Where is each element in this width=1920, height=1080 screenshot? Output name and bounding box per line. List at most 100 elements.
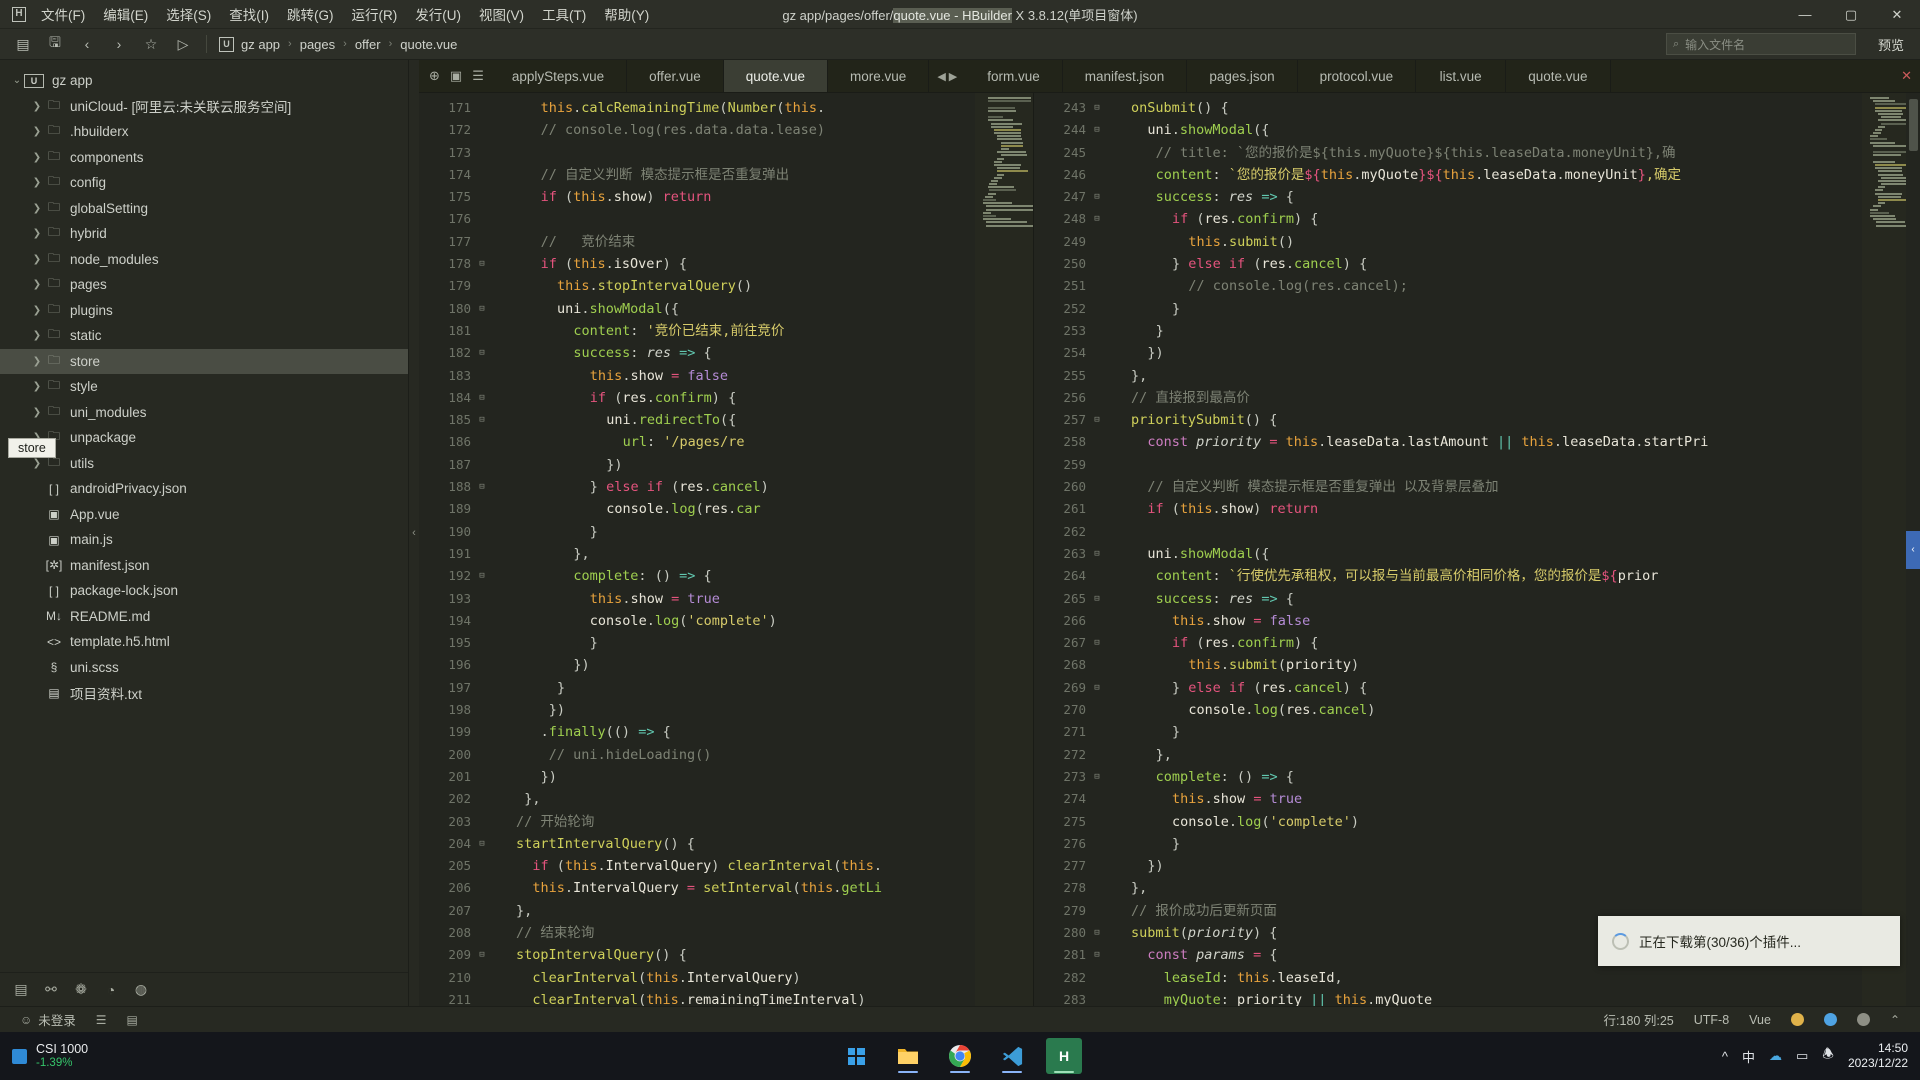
fold-toggle-icon[interactable]: ⊟ xyxy=(1092,119,1102,141)
tab-menu-icon[interactable]: ☰ xyxy=(472,68,484,84)
code-line[interactable]: if (res.confirm) { xyxy=(1090,632,1862,654)
tree-item-uni.scss[interactable]: § uni.scss xyxy=(0,655,408,681)
sync-status-icon[interactable] xyxy=(1814,1013,1847,1026)
fold-toggle-icon[interactable]: ⊟ xyxy=(1092,97,1102,119)
tab-more-vue[interactable]: more.vue xyxy=(828,60,930,92)
new-tab-icon[interactable]: ⊕ xyxy=(429,68,440,84)
code-line[interactable]: console.log(res.car xyxy=(475,498,975,520)
code-line[interactable]: } xyxy=(1090,320,1862,342)
login-status[interactable]: ☺ 未登录 xyxy=(10,1010,86,1029)
tree-item-store[interactable]: ❯ 🗀 store xyxy=(0,348,408,374)
tree-item-static[interactable]: ❯ 🗀 static xyxy=(0,323,408,349)
code-line[interactable]: content: `您的报价是${this.myQuote}${this.lea… xyxy=(1090,164,1862,186)
code-line[interactable]: clearInterval(this.remainingTimeInterval… xyxy=(475,989,975,1006)
menu-find[interactable]: 查找(I) xyxy=(220,0,278,28)
tree-item-globalsetting[interactable]: ❯ 🗀 globalSetting xyxy=(0,196,408,222)
tree-item-config[interactable]: ❯ 🗀 config xyxy=(0,170,408,196)
tree-item-package-lock.json[interactable]: [ ] package-lock.json xyxy=(0,578,408,604)
tree-item-components[interactable]: ❯ 🗀 components xyxy=(0,145,408,171)
fold-toggle-icon[interactable]: ⊟ xyxy=(1092,409,1102,431)
code-line[interactable]: // 直接报到最高价 xyxy=(1090,387,1862,409)
start-button[interactable] xyxy=(838,1038,874,1074)
taskbar-clock[interactable]: 14:50 2023/12/22 xyxy=(1848,1041,1908,1071)
fold-toggle-icon[interactable]: ⊟ xyxy=(1092,186,1102,208)
chevron-right-icon[interactable]: ❯ xyxy=(30,279,44,290)
code-line[interactable]: startIntervalQuery() { xyxy=(475,833,975,855)
tree-item-template.h5.html[interactable]: <> template.h5.html xyxy=(0,629,408,655)
tree-item-.txt[interactable]: ▤ 项目资料.txt xyxy=(0,680,408,706)
tab-manifest-json[interactable]: manifest.json xyxy=(1062,60,1188,92)
menu-edit[interactable]: 编辑(E) xyxy=(94,0,157,28)
code-line[interactable]: if (res.confirm) { xyxy=(1090,208,1862,230)
fold-toggle-icon[interactable]: ⊟ xyxy=(477,476,487,498)
sidebar-expand-icon[interactable]: ‹ xyxy=(1906,530,1920,569)
tab-offer-vue[interactable]: offer.vue xyxy=(627,60,724,92)
code-line[interactable]: prioritySubmit() { xyxy=(1090,409,1862,431)
save-icon[interactable]: 🖫 xyxy=(40,31,70,57)
code-line[interactable]: }, xyxy=(475,543,975,565)
fold-toggle-icon[interactable]: ⊟ xyxy=(1092,922,1102,944)
code-line[interactable]: } xyxy=(475,632,975,654)
split-editor-icon[interactable]: ▣ xyxy=(450,68,462,84)
plugin-icon[interactable]: ❁ xyxy=(68,978,94,1002)
scrollbar-thumb[interactable] xyxy=(1909,99,1918,151)
code-line[interactable]: if (this.IntervalQuery) clearInterval(th… xyxy=(475,855,975,877)
code-line[interactable]: }) xyxy=(475,454,975,476)
code-line[interactable]: } xyxy=(475,521,975,543)
chevron-right-icon[interactable]: ❯ xyxy=(30,254,44,265)
tree-item-androidprivacy.json[interactable]: [ ] androidPrivacy.json xyxy=(0,476,408,502)
chrome-button[interactable] xyxy=(942,1038,978,1074)
tab-list-vue[interactable]: list.vue xyxy=(1416,60,1507,92)
code-line[interactable]: // title: `您的报价是${this.myQuote}${this.le… xyxy=(1090,142,1862,164)
language-mode[interactable]: Vue xyxy=(1739,1013,1781,1027)
tree-item-manifest.json[interactable]: [✲] manifest.json xyxy=(0,553,408,579)
code-line[interactable]: }, xyxy=(475,788,975,810)
code-line[interactable] xyxy=(1090,454,1862,476)
menu-run[interactable]: 运行(R) xyxy=(343,0,407,28)
tree-item-style[interactable]: ❯ 🗀 style xyxy=(0,374,408,400)
code-line[interactable]: uni.redirectTo({ xyxy=(475,409,975,431)
code-line[interactable]: } else if (res.cancel) xyxy=(475,476,975,498)
code-line[interactable]: }) xyxy=(475,699,975,721)
fold-toggle-icon[interactable]: ⊟ xyxy=(1092,677,1102,699)
tree-item-main.js[interactable]: ▣ main.js xyxy=(0,527,408,553)
chevron-right-icon[interactable]: ❯ xyxy=(30,305,44,316)
code-line[interactable] xyxy=(475,208,975,230)
code-line[interactable]: // uni.hideLoading() xyxy=(475,744,975,766)
code-line[interactable]: success: res => { xyxy=(1090,588,1862,610)
tab-scroll-right-icon[interactable]: ▶ xyxy=(949,70,957,83)
code-line[interactable]: complete: () => { xyxy=(475,565,975,587)
fold-toggle-icon[interactable]: ⊟ xyxy=(477,944,487,966)
code-line[interactable]: // 结束轮询 xyxy=(475,922,975,944)
tray-expand-icon[interactable]: ^ xyxy=(1722,1049,1728,1064)
code-line[interactable]: content: '竞价已结束,前往竞价 xyxy=(475,320,975,342)
fold-toggle-icon[interactable]: ⊟ xyxy=(1092,588,1102,610)
code-line[interactable]: // 开始轮询 xyxy=(475,811,975,833)
code-line[interactable] xyxy=(1090,521,1862,543)
panel-toggle-icon[interactable]: ⌃ xyxy=(1880,1013,1910,1027)
code-line[interactable]: if (this.isOver) { xyxy=(475,253,975,275)
breadcrumb-item[interactable]: gz app xyxy=(241,37,280,52)
notification-icon[interactable] xyxy=(1781,1013,1814,1026)
code-line[interactable]: clearInterval(this.IntervalQuery) xyxy=(475,967,975,989)
speaker-icon[interactable]: 🕭 xyxy=(1822,1045,1834,1067)
code-line[interactable]: }, xyxy=(1090,365,1862,387)
code-line[interactable]: } else if (res.cancel) { xyxy=(1090,253,1862,275)
terminal-icon[interactable]: ▤ xyxy=(8,978,34,1002)
tree-item-readme.md[interactable]: M↓ README.md xyxy=(0,604,408,630)
sync-icon[interactable]: ◔ xyxy=(98,978,124,1002)
fold-toggle-icon[interactable]: ⊟ xyxy=(477,565,487,587)
code-line[interactable]: console.log(res.cancel) xyxy=(1090,699,1862,721)
gutter-left[interactable]: 171 172 173 174 175 176 177 178 ⊟ 179 180 ⊟ 181 182 ⊟ 1… xyxy=(419,93,485,1006)
code-line[interactable]: this.show = true xyxy=(1090,788,1862,810)
breadcrumb-item[interactable]: offer xyxy=(355,37,381,52)
code-line[interactable]: } xyxy=(1090,298,1862,320)
tree-root-gz-app[interactable]: ⌄ Ugz app xyxy=(0,68,408,94)
code-line[interactable]: if (this.show) return xyxy=(475,186,975,208)
fold-toggle-icon[interactable]: ⊟ xyxy=(477,833,487,855)
tab-applysteps-vue[interactable]: applySteps.vue xyxy=(489,60,628,92)
code-line[interactable]: stopIntervalQuery() { xyxy=(475,944,975,966)
menu-help[interactable]: 帮助(Y) xyxy=(595,0,658,28)
code-line[interactable]: }) xyxy=(475,766,975,788)
encoding[interactable]: UTF-8 xyxy=(1684,1013,1739,1027)
